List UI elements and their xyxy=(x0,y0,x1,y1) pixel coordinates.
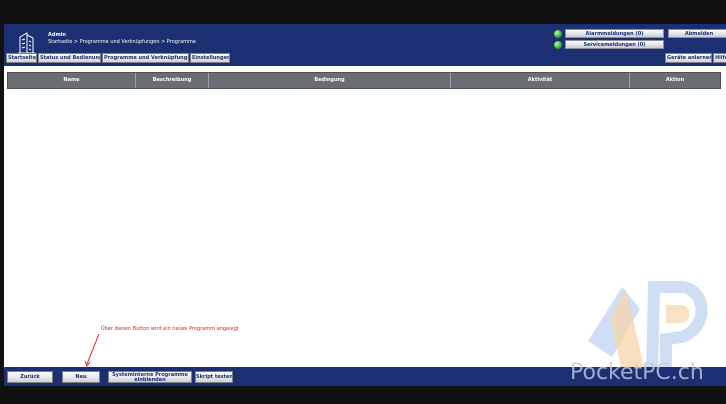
service-status-led-icon xyxy=(554,41,562,49)
building-logo-icon xyxy=(18,32,35,54)
show-system-programs-button[interactable]: Systeminterne Programme einblenden xyxy=(108,371,192,383)
header-bar: Admin Startseite > Programme und Verknüp… xyxy=(4,24,726,66)
column-beschreibung[interactable]: Beschreibung xyxy=(136,73,209,88)
help-button[interactable]: Hilfe xyxy=(713,53,726,63)
logout-button[interactable]: Abmelden xyxy=(668,29,726,38)
alarm-status-led-icon xyxy=(554,30,562,38)
tab-startseite[interactable]: Startseite xyxy=(6,53,37,63)
teach-devices-button[interactable]: Geräte anlernen xyxy=(665,53,712,63)
watermark-text: PocketPC.ch xyxy=(570,360,704,385)
show-system-programs-label-2: einblenden xyxy=(134,377,166,383)
tab-status-bedienung[interactable]: Status und Bedienung xyxy=(38,53,101,63)
programs-table-header: Name Beschreibung Bedingung Aktivität Ak… xyxy=(7,72,721,89)
new-program-button[interactable]: Neu xyxy=(62,371,100,383)
alarm-messages-button[interactable]: Alarmmeldungen (0) xyxy=(565,29,664,38)
user-name: Admin xyxy=(48,32,66,38)
test-script-button[interactable]: Skript testen xyxy=(195,371,233,383)
tab-programme-verknuepfungen[interactable]: Programme und Verknüpfungen xyxy=(102,53,189,63)
homematic-webui: Admin Startseite > Programme und Verknüp… xyxy=(4,24,726,386)
breadcrumb: Startseite > Programme und Verknüpfungen… xyxy=(48,39,196,45)
column-aktivitaet[interactable]: Aktivität xyxy=(451,73,630,88)
tab-einstellungen[interactable]: Einstellungen xyxy=(190,53,230,63)
column-name[interactable]: Name xyxy=(8,73,136,88)
back-button[interactable]: Zurück xyxy=(7,371,53,383)
service-messages-button[interactable]: Servicemeldungen (0) xyxy=(565,40,664,49)
annotation-new-program-hint: Über diesen Button wird ein neues Progra… xyxy=(101,326,239,332)
column-aktion[interactable]: Aktion xyxy=(630,73,720,88)
column-bedingung[interactable]: Bedingung xyxy=(209,73,451,88)
